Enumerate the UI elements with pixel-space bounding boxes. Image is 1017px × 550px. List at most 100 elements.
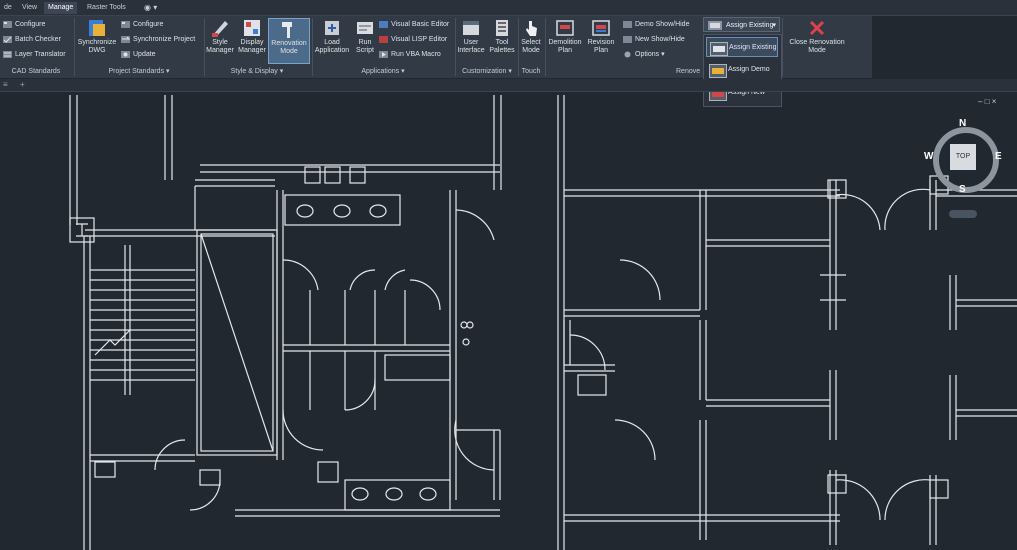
- tool-palettes-button[interactable]: Tool Palettes: [487, 18, 517, 55]
- visual-lisp-editor-button[interactable]: Visual LISP Editor: [378, 34, 447, 45]
- load-application-icon: [325, 21, 339, 35]
- layer-translator-button[interactable]: Layer Translator: [2, 49, 66, 60]
- options-button[interactable]: Options ▾: [622, 49, 665, 60]
- project-standards-label-text: Project Standards: [108, 68, 165, 75]
- user-interface-button[interactable]: User Interface: [456, 18, 486, 55]
- dropdown-item-label: Assign Existing: [729, 44, 777, 51]
- applications-label-text: Applications: [361, 68, 400, 75]
- menu-icon[interactable]: ≡: [3, 80, 8, 89]
- close-renovation-mode-button[interactable]: Close Renovation Mode: [784, 18, 850, 55]
- visual-basic-editor-button[interactable]: Visual Basic Editor: [378, 19, 449, 30]
- update-label: Update: [133, 51, 156, 58]
- visual-lisp-editor-label: Visual LISP Editor: [391, 36, 448, 43]
- tab-partial[interactable]: de: [0, 2, 16, 14]
- batch-checker-label: Batch Checker: [15, 36, 61, 43]
- synchronize-dwg-label: Synchronize DWG: [77, 39, 117, 54]
- close-renovation-mode-label: Close Renovation Mode: [789, 39, 845, 54]
- style-display-panel-label: Style & Display ▾: [230, 68, 284, 75]
- hand-pointer-icon: [526, 21, 537, 36]
- revision-plan-label: Revision Plan: [587, 39, 615, 54]
- assign-existing-split-button[interactable]: Assign Existing ▾: [703, 17, 780, 32]
- revision-plan-button[interactable]: Revision Plan: [585, 18, 617, 55]
- ucs-menu-icon[interactable]: [949, 210, 977, 218]
- display-manager-button[interactable]: Display Manager: [236, 18, 268, 55]
- tab-overflow-icon[interactable]: ◉ ▾: [140, 2, 161, 14]
- dropdown-item-assign-demo[interactable]: Assign Demo: [706, 60, 778, 80]
- panel-separator: [782, 18, 783, 76]
- run-vba-macro-label: Run VBA Macro: [391, 51, 441, 58]
- cad-configure-button[interactable]: Configure: [2, 19, 45, 30]
- synchronize-dwg-button[interactable]: Synchronize DWG: [76, 18, 118, 55]
- demo-show-hide-label: Demo Show/Hide: [635, 21, 690, 28]
- touch-panel-label: Touch: [521, 68, 541, 75]
- style-manager-icon: [212, 21, 228, 37]
- tab-view[interactable]: View: [18, 2, 41, 14]
- compass-north[interactable]: N: [959, 118, 966, 129]
- run-script-button[interactable]: Run Script: [352, 18, 378, 55]
- visual-basic-editor-label: Visual Basic Editor: [391, 21, 450, 28]
- chevron-down-icon[interactable]: ▾: [772, 18, 776, 33]
- file-tab-strip: ≡ +: [0, 79, 1017, 92]
- new-show-hide-icon: [623, 36, 632, 43]
- synchronize-project-button[interactable]: Synchronize Project: [120, 34, 195, 45]
- dropdown-item-assign-existing[interactable]: Assign Existing: [706, 37, 778, 57]
- project-standards-panel-label: Project Standards ▾: [108, 68, 170, 75]
- load-application-button[interactable]: Load Application: [313, 18, 351, 55]
- style-display-label-text: Style & Display: [230, 68, 278, 75]
- drawing-canvas[interactable]: [0, 92, 1017, 550]
- project-configure-label: Configure: [133, 21, 164, 28]
- applications-panel-label: Applications ▾: [361, 68, 405, 75]
- visual-lisp-editor-icon: [379, 36, 388, 43]
- user-interface-icon: [463, 21, 479, 35]
- viewcube-top-face[interactable]: TOP: [950, 144, 976, 170]
- revision-plan-icon: [592, 20, 610, 36]
- assign-demo-icon: [709, 64, 727, 78]
- demolition-plan-label: Demolition Plan: [548, 39, 582, 54]
- panel-separator: [74, 18, 75, 76]
- select-mode-label: Select Mode: [521, 39, 541, 54]
- options-label: Options: [635, 51, 660, 58]
- update-icon: [121, 51, 130, 58]
- project-configure-button[interactable]: Configure: [120, 19, 163, 30]
- new-show-hide-button[interactable]: New Show/Hide: [622, 34, 685, 45]
- compass-south[interactable]: S: [959, 184, 966, 195]
- run-script-icon: [357, 22, 373, 34]
- tab-manage[interactable]: Manage: [44, 2, 78, 14]
- demolition-plan-button[interactable]: Demolition Plan: [546, 18, 584, 55]
- options-icon: [624, 51, 631, 58]
- style-manager-button[interactable]: Style Manager: [205, 18, 235, 55]
- viewcube[interactable]: N S E W TOP: [924, 118, 1008, 222]
- customization-label-text: Customization: [462, 68, 507, 75]
- renovation-mode-label: Renovation Mode: [271, 40, 307, 55]
- tool-palettes-label: Tool Palettes: [489, 39, 515, 54]
- assign-existing-icon: [708, 21, 722, 30]
- compass-west[interactable]: W: [924, 151, 933, 162]
- tab-raster-tools[interactable]: Raster Tools: [83, 2, 130, 14]
- configure-icon: [121, 21, 130, 28]
- demo-show-hide-button[interactable]: Demo Show/Hide: [622, 19, 689, 30]
- batch-checker-icon: [3, 36, 12, 43]
- close-icon: [809, 20, 825, 36]
- select-mode-button[interactable]: Select Mode: [519, 18, 543, 55]
- synchronize-dwg-icon: [89, 20, 105, 36]
- layer-translator-icon: [3, 51, 12, 58]
- hammer-icon: [282, 22, 292, 38]
- compass-east[interactable]: E: [995, 151, 1002, 162]
- renovation-mode-button[interactable]: Renovation Mode: [268, 18, 310, 64]
- run-vba-macro-button[interactable]: Run VBA Macro: [378, 49, 441, 60]
- display-manager-icon: [244, 20, 260, 36]
- plus-icon[interactable]: +: [20, 80, 25, 89]
- customization-panel-label: Customization ▾: [462, 68, 512, 75]
- load-application-label: Load Application: [314, 39, 350, 54]
- new-show-hide-label: New Show/Hide: [635, 36, 685, 43]
- style-manager-label: Style Manager: [206, 39, 234, 54]
- cad-standards-panel-label: CAD Standards: [11, 68, 61, 75]
- configure-icon: [3, 21, 12, 28]
- update-button[interactable]: Update: [120, 49, 156, 60]
- dropdown-item-label: Assign Demo: [728, 66, 770, 73]
- assign-existing-split-label: Assign Existing: [726, 22, 774, 29]
- run-vba-macro-icon: [379, 51, 388, 58]
- synchronize-project-icon: [121, 36, 130, 43]
- batch-checker-button[interactable]: Batch Checker: [2, 34, 61, 45]
- renovation-panel-label: Renove: [676, 68, 701, 75]
